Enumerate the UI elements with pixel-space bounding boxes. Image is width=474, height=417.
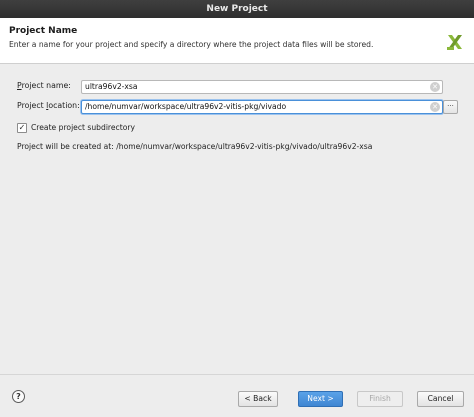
- help-icon[interactable]: ?: [12, 390, 25, 403]
- xilinx-logo-icon: [447, 35, 462, 50]
- project-location-input[interactable]: /home/numvar/workspace/ultra96v2-vitis-p…: [81, 100, 443, 114]
- button-bar: ? < Back Next > Finish Cancel: [0, 374, 474, 417]
- page-subtitle: Enter a name for your project and specif…: [9, 40, 374, 49]
- header-banner: Project Name Enter a name for your proje…: [0, 18, 474, 64]
- create-subdir-checkbox[interactable]: ✓: [17, 123, 27, 133]
- clear-location-icon[interactable]: ✕: [430, 102, 440, 112]
- browse-button[interactable]: ···: [443, 100, 458, 114]
- created-at-text: Project will be created at: /home/numvar…: [17, 142, 373, 151]
- project-location-value: /home/numvar/workspace/ultra96v2-vitis-p…: [85, 102, 287, 111]
- next-button[interactable]: Next >: [298, 391, 343, 407]
- form-panel: Project name: ultra96v2-xsa ✕ Project lo…: [0, 64, 474, 374]
- project-name-label: Project name:: [17, 81, 71, 90]
- cancel-button[interactable]: Cancel: [417, 391, 464, 407]
- create-subdir-label: Create project subdirectory: [31, 123, 135, 132]
- clear-name-icon[interactable]: ✕: [430, 82, 440, 92]
- project-name-input[interactable]: ultra96v2-xsa ✕: [81, 80, 443, 94]
- back-button[interactable]: < Back: [238, 391, 278, 407]
- finish-button[interactable]: Finish: [357, 391, 403, 407]
- page-title: Project Name: [9, 26, 78, 36]
- project-name-value: ultra96v2-xsa: [85, 82, 138, 91]
- window-title: New Project: [0, 0, 474, 18]
- project-location-label: Project location:: [17, 101, 80, 110]
